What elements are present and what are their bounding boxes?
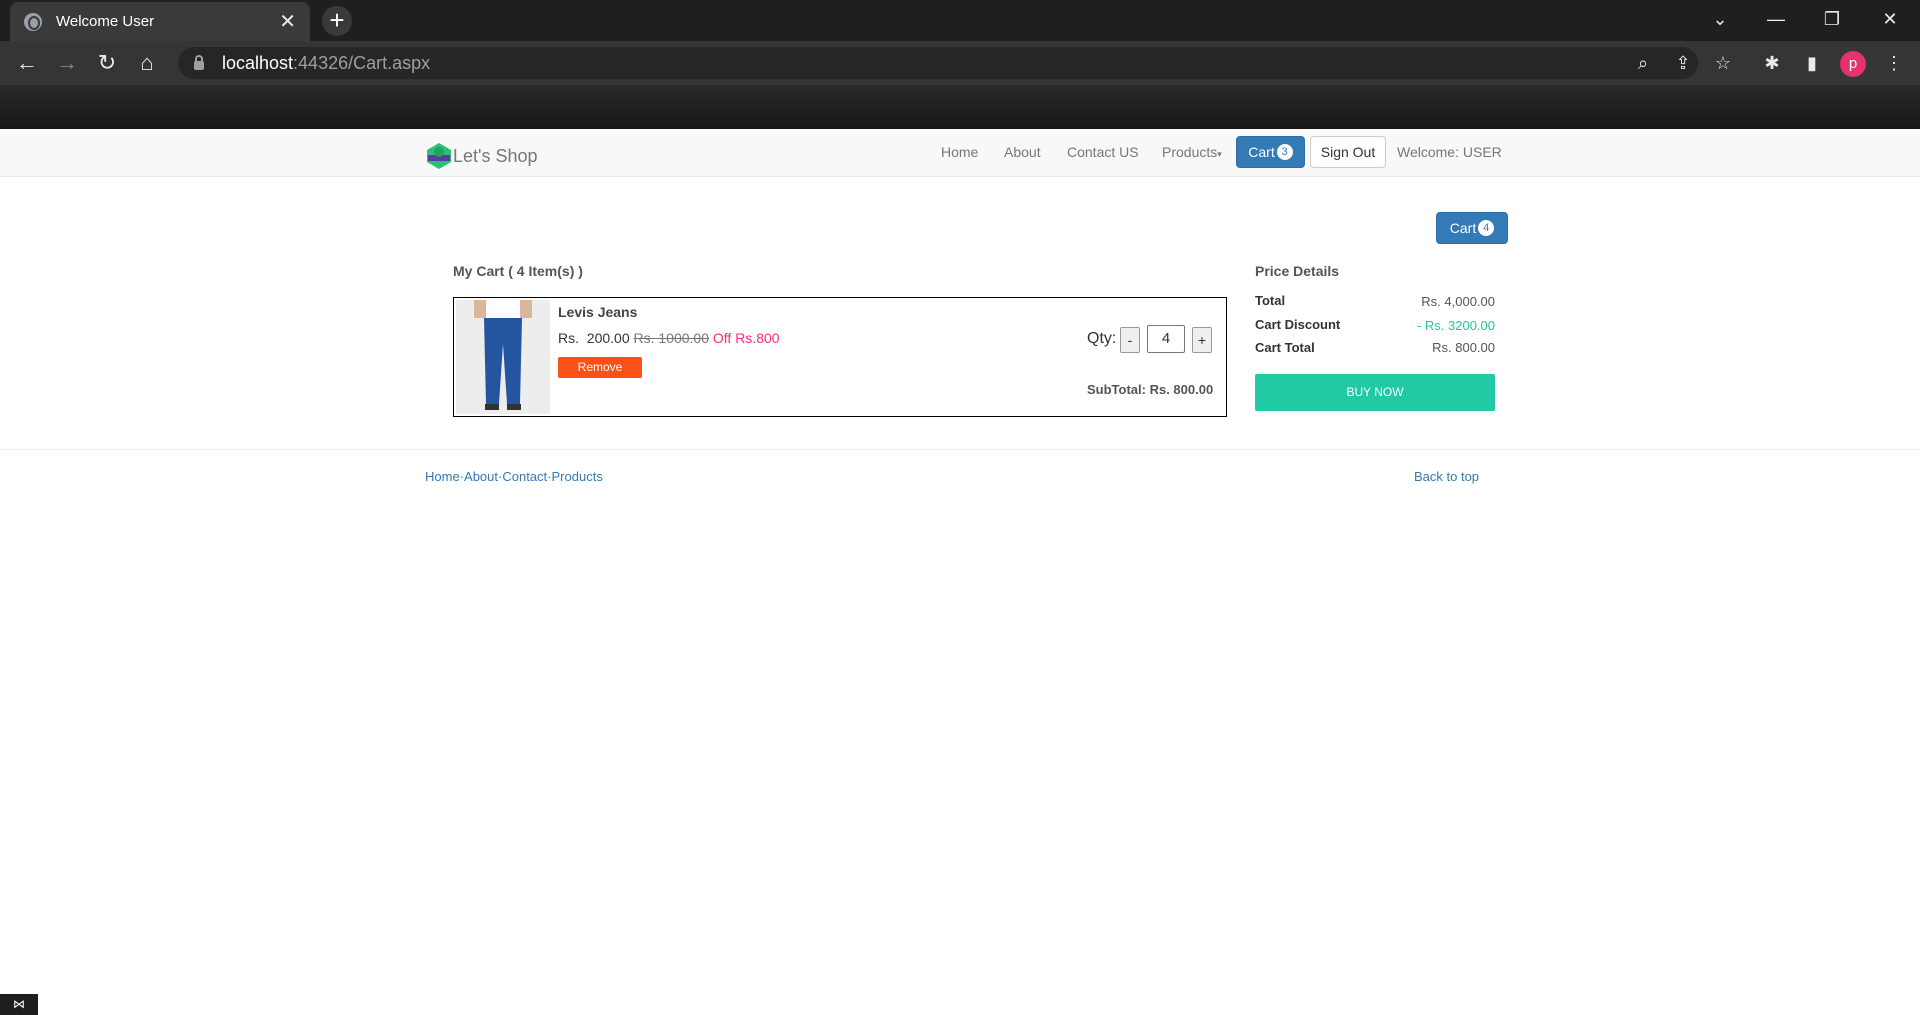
price-value: 200.00	[586, 330, 630, 346]
welcome-text: Welcome: USER	[1397, 144, 1502, 160]
price-details-title: Price Details	[1255, 263, 1340, 279]
cart-button-badge: 4	[1478, 220, 1495, 236]
globe-icon	[24, 12, 42, 31]
extensions-icon[interactable]: ✱	[1761, 52, 1783, 74]
profile-avatar[interactable]: p	[1840, 51, 1866, 77]
lock-icon	[194, 55, 204, 70]
footer-divider	[0, 449, 1920, 450]
browser-tabbar: Welcome User ✕ + ⌄ — ❐ ✕	[0, 0, 1920, 41]
cart-item: Levis Jeans Rs. 200.00 Rs. 1000.00 Off R…	[453, 297, 1227, 417]
new-tab-button[interactable]: +	[322, 6, 352, 36]
tab-title: Welcome User	[56, 13, 155, 30]
cart-total-value: Rs. 800.00	[1432, 340, 1495, 355]
signout-button[interactable]: Sign Out	[1310, 136, 1386, 168]
nav-home[interactable]: Home	[941, 144, 978, 160]
buy-now-button[interactable]: BUY NOW	[1255, 374, 1495, 411]
url-path: :44326/Cart.aspx	[293, 52, 431, 73]
my-cart-title: My Cart ( 4 Item(s) )	[453, 263, 583, 279]
visual-studio-icon[interactable]: ⋈	[0, 994, 38, 1015]
home-icon[interactable]: ⌂	[133, 49, 161, 77]
zoom-icon[interactable]: ⌕	[1632, 52, 1654, 74]
total-value: Rs. 4,000.00	[1421, 294, 1495, 309]
cart-button-label: Cart	[1449, 220, 1477, 236]
address-bar[interactable]: localhost:44326/Cart.aspx	[178, 47, 1698, 79]
footer-link-home[interactable]: Home	[425, 469, 460, 484]
remove-button[interactable]: Remove	[558, 357, 642, 378]
menu-icon[interactable]: ⋮	[1883, 52, 1905, 74]
cart-total-label: Cart Total	[1255, 340, 1315, 355]
discount-label: Cart Discount	[1255, 317, 1341, 332]
brand-name: Let's Shop	[453, 145, 538, 166]
forward-icon[interactable]: →	[53, 49, 81, 77]
product-image	[456, 300, 550, 414]
nav-cart-badge: 3	[1276, 144, 1293, 160]
caret-down-icon: ▾	[1217, 149, 1222, 159]
reload-icon[interactable]: ↻	[93, 49, 121, 77]
close-tab-icon[interactable]: ✕	[279, 12, 296, 32]
share-icon[interactable]: ⇪	[1672, 52, 1694, 74]
jeans-image	[456, 300, 550, 414]
nav-products[interactable]: Products▾	[1162, 144, 1222, 160]
nav-products-label: Products	[1162, 144, 1218, 160]
nav-cart-label: Cart	[1248, 144, 1275, 160]
nav-contact[interactable]: Contact US	[1067, 144, 1139, 160]
original-price: Rs. 1000.00	[633, 330, 710, 346]
footer-link-contact[interactable]: Contact	[502, 469, 547, 484]
footer-link-products[interactable]: Products	[552, 469, 603, 484]
close-window-button[interactable]: ✕	[1862, 0, 1918, 38]
product-price: Rs. 200.00 Rs. 1000.00 Off Rs.800	[558, 330, 780, 346]
brand-link[interactable]: Let's Shop	[425, 142, 538, 170]
item-subtotal: SubTotal: Rs. 800.00	[1087, 382, 1214, 397]
url-host: localhost	[222, 52, 294, 73]
site-navbar: Let's Shop Home About Contact US Product…	[0, 129, 1920, 177]
qty-decrement-button[interactable]: -	[1120, 327, 1140, 353]
browser-tab[interactable]: Welcome User ✕	[10, 2, 310, 41]
nav-about[interactable]: About	[1004, 144, 1041, 160]
tab-search-icon[interactable]: ⌄	[1692, 0, 1748, 38]
price-currency: Rs.	[558, 330, 579, 346]
browser-toolbar: ← → ↻ ⌂ localhost:44326/Cart.aspx ⌕ ⇪ ☆ …	[0, 41, 1920, 85]
restore-button[interactable]: ❐	[1804, 0, 1860, 38]
qty-increment-button[interactable]: +	[1192, 327, 1212, 353]
cart-button[interactable]: Cart 4	[1436, 212, 1508, 244]
page-header-band	[0, 85, 1920, 129]
bookmark-star-icon[interactable]: ☆	[1712, 52, 1734, 74]
discount-value: - Rs. 3200.00	[1416, 318, 1495, 333]
footer-link-about[interactable]: About	[464, 469, 498, 484]
qty-label: Qty:	[1087, 330, 1117, 347]
total-label: Total	[1255, 293, 1286, 308]
footer-links: Home·About·Contact·Products	[425, 469, 603, 484]
discount-off: Off Rs.800	[712, 330, 780, 346]
minimize-button[interactable]: —	[1748, 0, 1804, 38]
product-name: Levis Jeans	[558, 304, 638, 320]
nav-cart-button[interactable]: Cart 3	[1236, 136, 1305, 168]
brand-logo-icon	[427, 143, 451, 169]
qty-input[interactable]: 4	[1147, 325, 1185, 353]
back-icon[interactable]: ←	[13, 49, 41, 77]
side-panel-icon[interactable]: ▮	[1801, 52, 1823, 74]
back-to-top-link[interactable]: Back to top	[1414, 469, 1479, 484]
